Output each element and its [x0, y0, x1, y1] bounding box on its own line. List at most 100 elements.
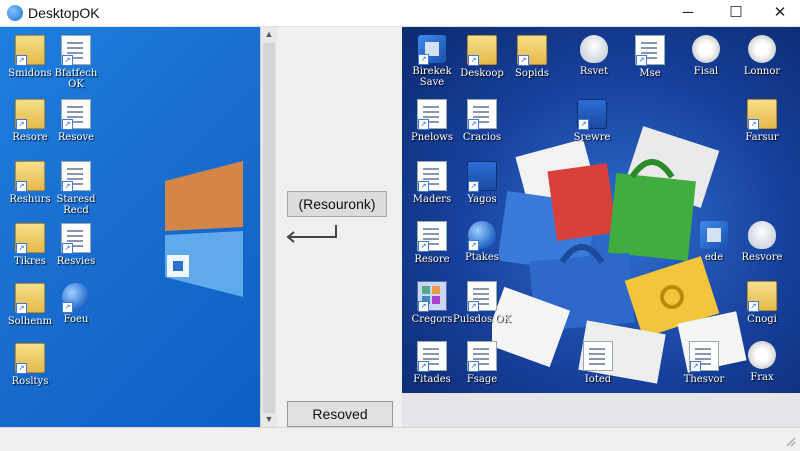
title-bar: DesktopOK ─ ☐ ✕ [0, 0, 800, 27]
doc-icon: ↗ [61, 99, 91, 130]
doc-icon: ↗ [689, 341, 719, 372]
right-preview-footer [402, 393, 800, 427]
icon-label: Sopids [514, 68, 549, 79]
icon-label: Foeu [63, 314, 89, 325]
desktopok-app-icon[interactable] [7, 5, 23, 21]
doc-icon [583, 341, 613, 371]
desktop-icon[interactable]: ↗ Pulsdos OK [452, 281, 512, 325]
icon-label: Yagos [467, 194, 497, 205]
restore-tooltip: (Resouronk) [287, 191, 387, 217]
client-area: ↗ Smidons ↗ Bfatfech OK ↗ Resore ↗ Resov… [0, 27, 800, 451]
right-desktop-preview[interactable]: ↗ Birekek Save ↗ Deskoop ↗ Sopids Rsvet … [402, 27, 800, 393]
icon-label: Staresd Recd [56, 194, 96, 216]
icon-label: Farsur [745, 132, 779, 143]
desktop-icon[interactable]: ↗ Rosltys [0, 343, 60, 387]
close-button[interactable]: ✕ [758, 0, 800, 26]
icon-label: Thesvor [683, 374, 725, 385]
scroll-thumb[interactable] [263, 43, 275, 413]
doc-icon: ↗ [417, 221, 447, 252]
desktop-icon[interactable]: ↗ Cracios [452, 99, 512, 143]
desktop-icon[interactable]: Fisal [676, 35, 736, 77]
desktop-icon[interactable]: Resvore [732, 221, 792, 263]
desktop-icon[interactable]: Ioted [568, 341, 628, 385]
icon-label: Pulsdos OK [453, 314, 511, 325]
icon-label: Ptakes [465, 252, 499, 263]
gear-icon [692, 35, 720, 63]
icon-label: Lonnor [743, 66, 781, 77]
desktop-icon[interactable]: ↗ Cnogi [732, 281, 792, 325]
doc-icon: ↗ [467, 341, 497, 372]
gear-icon [748, 35, 776, 63]
desktop-icon[interactable]: ↗ Yagos [452, 161, 512, 205]
vertical-scrollbar[interactable]: ▲ ▼ [260, 27, 277, 427]
app-icon [700, 221, 728, 249]
icon-label: Rosltys [11, 376, 49, 387]
resize-grip-icon[interactable] [784, 435, 796, 447]
desktop-icon[interactable]: Frax [732, 341, 792, 383]
app-icon: ↗ [418, 35, 446, 65]
folder-icon: ↗ [15, 161, 45, 192]
folder-icon: ↗ [467, 35, 497, 66]
icon-label: Fsage [466, 374, 498, 385]
globe-icon: ↗ [468, 221, 496, 251]
icon-label: Resove [57, 132, 95, 143]
desktop-icon[interactable]: ↗ Resvies [46, 223, 106, 267]
mouse-icon [580, 35, 608, 63]
desktop-icon[interactable]: ↗ Srewre [562, 99, 622, 143]
desktop-icon[interactable]: ↗ Sopids [502, 35, 562, 79]
desktop-icon[interactable]: ↗ Mse [620, 35, 680, 79]
folder-icon: ↗ [15, 283, 45, 314]
folder-icon: ↗ [15, 223, 45, 254]
status-area [0, 427, 800, 451]
gear-icon [748, 341, 776, 369]
folder-icon: ↗ [517, 35, 547, 66]
desktop-icon[interactable]: Lonnor [732, 35, 792, 77]
resolved-button[interactable]: Resoved [287, 401, 393, 427]
maximize-button[interactable]: ☐ [714, 0, 758, 26]
minimize-button[interactable]: ─ [666, 0, 710, 26]
icon-label: Ioted [584, 374, 612, 385]
doc-icon: ↗ [467, 281, 497, 312]
box-icon: ↗ [467, 161, 497, 192]
desktop-icon[interactable]: ↗ Thesvor [674, 341, 734, 385]
box-icon: ↗ [577, 99, 607, 130]
desktop-icon[interactable]: ↗ Fsage [452, 341, 512, 385]
icon-label: Cnogi [747, 314, 777, 325]
icon-label: Rsvet [579, 66, 609, 77]
icon-label: Cracios [462, 132, 502, 143]
doc-icon: ↗ [61, 35, 91, 66]
scroll-up-button[interactable]: ▲ [261, 27, 277, 41]
doc-icon: ↗ [61, 161, 91, 192]
desktop-icon[interactable]: ↗ Resove [46, 99, 106, 143]
icon-label: Mse [639, 68, 661, 79]
doc-icon: ↗ [635, 35, 665, 66]
return-arrow-icon [286, 225, 337, 243]
doc-icon: ↗ [61, 223, 91, 254]
desktop-icon[interactable]: Rsvet [564, 35, 624, 77]
globe-icon: ↗ [62, 283, 90, 313]
icon-label: Fisal [693, 66, 719, 77]
folder-icon: ↗ [747, 281, 777, 312]
doc-icon: ↗ [417, 341, 447, 372]
folder-icon: ↗ [15, 35, 45, 66]
folder-icon: ↗ [747, 99, 777, 130]
icon-label: Srewre [573, 132, 611, 143]
desktop-icon[interactable]: ↗ Staresd Recd [46, 161, 106, 216]
desktop-icon[interactable]: ↗ Farsur [732, 99, 792, 143]
windows-logo-icon [165, 161, 243, 297]
desktop-icon[interactable]: ↗ Ptakes [452, 221, 512, 263]
icon-label: Resvies [56, 256, 96, 267]
folder-icon: ↗ [15, 99, 45, 130]
desktop-icon[interactable]: ↗ Bfatfech OK [46, 35, 106, 90]
icon-label: Resvore [741, 252, 783, 263]
doc-icon: ↗ [467, 99, 497, 130]
mouse-icon [748, 221, 776, 249]
scroll-down-button[interactable]: ▼ [261, 412, 277, 426]
left-desktop-preview[interactable]: ↗ Smidons ↗ Bfatfech OK ↗ Resore ↗ Resov… [0, 27, 260, 427]
window-title: DesktopOK [28, 5, 100, 21]
folder-icon: ↗ [15, 343, 45, 374]
desktop-icon[interactable]: ↗ Foeu [46, 283, 106, 325]
icon-label: Bfatfech OK [54, 68, 98, 90]
doc-icon: ↗ [417, 99, 447, 130]
grid-icon: ↗ [417, 281, 447, 312]
